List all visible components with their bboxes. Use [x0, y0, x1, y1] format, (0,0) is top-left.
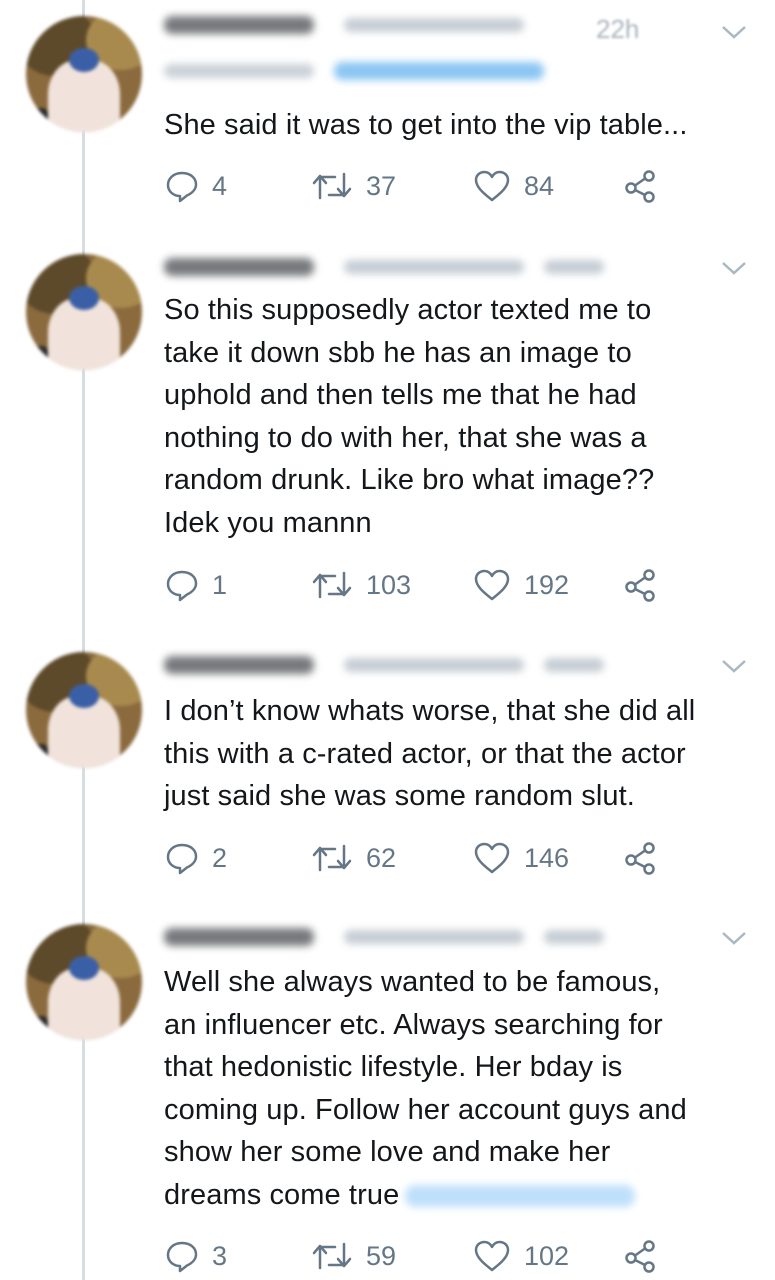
reply-count: 2	[212, 842, 228, 873]
retweet-count: 59	[366, 1240, 397, 1271]
chevron-down-icon[interactable]	[720, 22, 748, 42]
tweet-text: So this supposedly actor texted me to ta…	[164, 294, 655, 539]
share-icon	[625, 1240, 655, 1273]
share-button[interactable]	[622, 1236, 662, 1276]
reply-count: 1	[212, 569, 228, 600]
tweet-text: I don’t know whats worse, that she did a…	[164, 695, 696, 812]
tweet-actions: 1 103 192	[164, 565, 724, 605]
reply-icon	[166, 570, 198, 602]
retweet-button[interactable]: 103	[310, 565, 411, 605]
tweet-actions: 3 59 102	[164, 1236, 724, 1276]
mention-link-redacted[interactable]	[405, 1184, 636, 1207]
share-icon	[625, 170, 655, 203]
reply-button[interactable]: 2	[164, 838, 227, 878]
retweet-icon	[312, 172, 352, 200]
heart-icon	[474, 1240, 510, 1272]
reply-count: 4	[212, 170, 228, 201]
tweet-text: She said it was to get into the vip tabl…	[164, 109, 688, 141]
like-count: 146	[524, 842, 570, 873]
like-button[interactable]: 192	[472, 565, 569, 605]
like-count: 192	[524, 569, 570, 600]
tweet-actions: 2 62 146	[164, 838, 724, 878]
reply-icon	[166, 843, 198, 875]
retweet-count: 103	[366, 569, 412, 600]
share-button[interactable]	[622, 565, 662, 605]
reply-button[interactable]: 3	[164, 1236, 227, 1276]
share-icon	[625, 842, 655, 875]
retweet-icon	[312, 1242, 352, 1270]
heart-icon	[474, 170, 510, 202]
tweet-author-redacted[interactable]	[164, 252, 634, 282]
tweet-text: Well she always wanted to be famous, an …	[164, 961, 764, 1216]
tweet-author-redacted[interactable]	[164, 10, 624, 40]
retweet-icon	[312, 844, 352, 872]
like-button[interactable]: 146	[472, 838, 569, 878]
thread-line	[82, 0, 85, 1280]
like-button[interactable]: 102	[472, 1236, 569, 1276]
heart-icon	[474, 569, 510, 601]
reply-icon	[166, 1241, 198, 1273]
heart-icon	[474, 842, 510, 874]
retweet-button[interactable]: 37	[310, 166, 396, 206]
avatar[interactable]	[26, 16, 142, 132]
avatar[interactable]	[26, 924, 142, 1040]
tweet-timestamp: 22h	[596, 14, 640, 44]
reply-icon	[166, 171, 198, 203]
share-button[interactable]	[622, 166, 662, 206]
tweet-author-redacted[interactable]	[164, 922, 634, 952]
like-button[interactable]: 84	[472, 166, 554, 206]
like-count: 102	[524, 1240, 570, 1271]
tweet-actions: 4 37 84	[164, 166, 724, 206]
replying-to-redacted[interactable]	[164, 56, 564, 86]
share-button[interactable]	[622, 838, 662, 878]
like-count: 84	[524, 170, 555, 201]
retweet-count: 62	[366, 842, 397, 873]
avatar[interactable]	[26, 254, 142, 370]
tweet-text-body: Well she always wanted to be famous, an …	[164, 966, 687, 1211]
retweet-count: 37	[366, 170, 397, 201]
chevron-down-icon[interactable]	[720, 928, 748, 948]
reply-button[interactable]: 1	[164, 565, 227, 605]
share-icon	[625, 569, 655, 602]
reply-count: 3	[212, 1240, 228, 1271]
reply-button[interactable]: 4	[164, 166, 227, 206]
retweet-button[interactable]: 62	[310, 838, 396, 878]
retweet-icon	[312, 571, 352, 599]
chevron-down-icon[interactable]	[720, 656, 748, 676]
retweet-button[interactable]: 59	[310, 1236, 396, 1276]
tweet-author-redacted[interactable]	[164, 650, 634, 680]
avatar[interactable]	[26, 652, 142, 768]
chevron-down-icon[interactable]	[720, 258, 748, 278]
